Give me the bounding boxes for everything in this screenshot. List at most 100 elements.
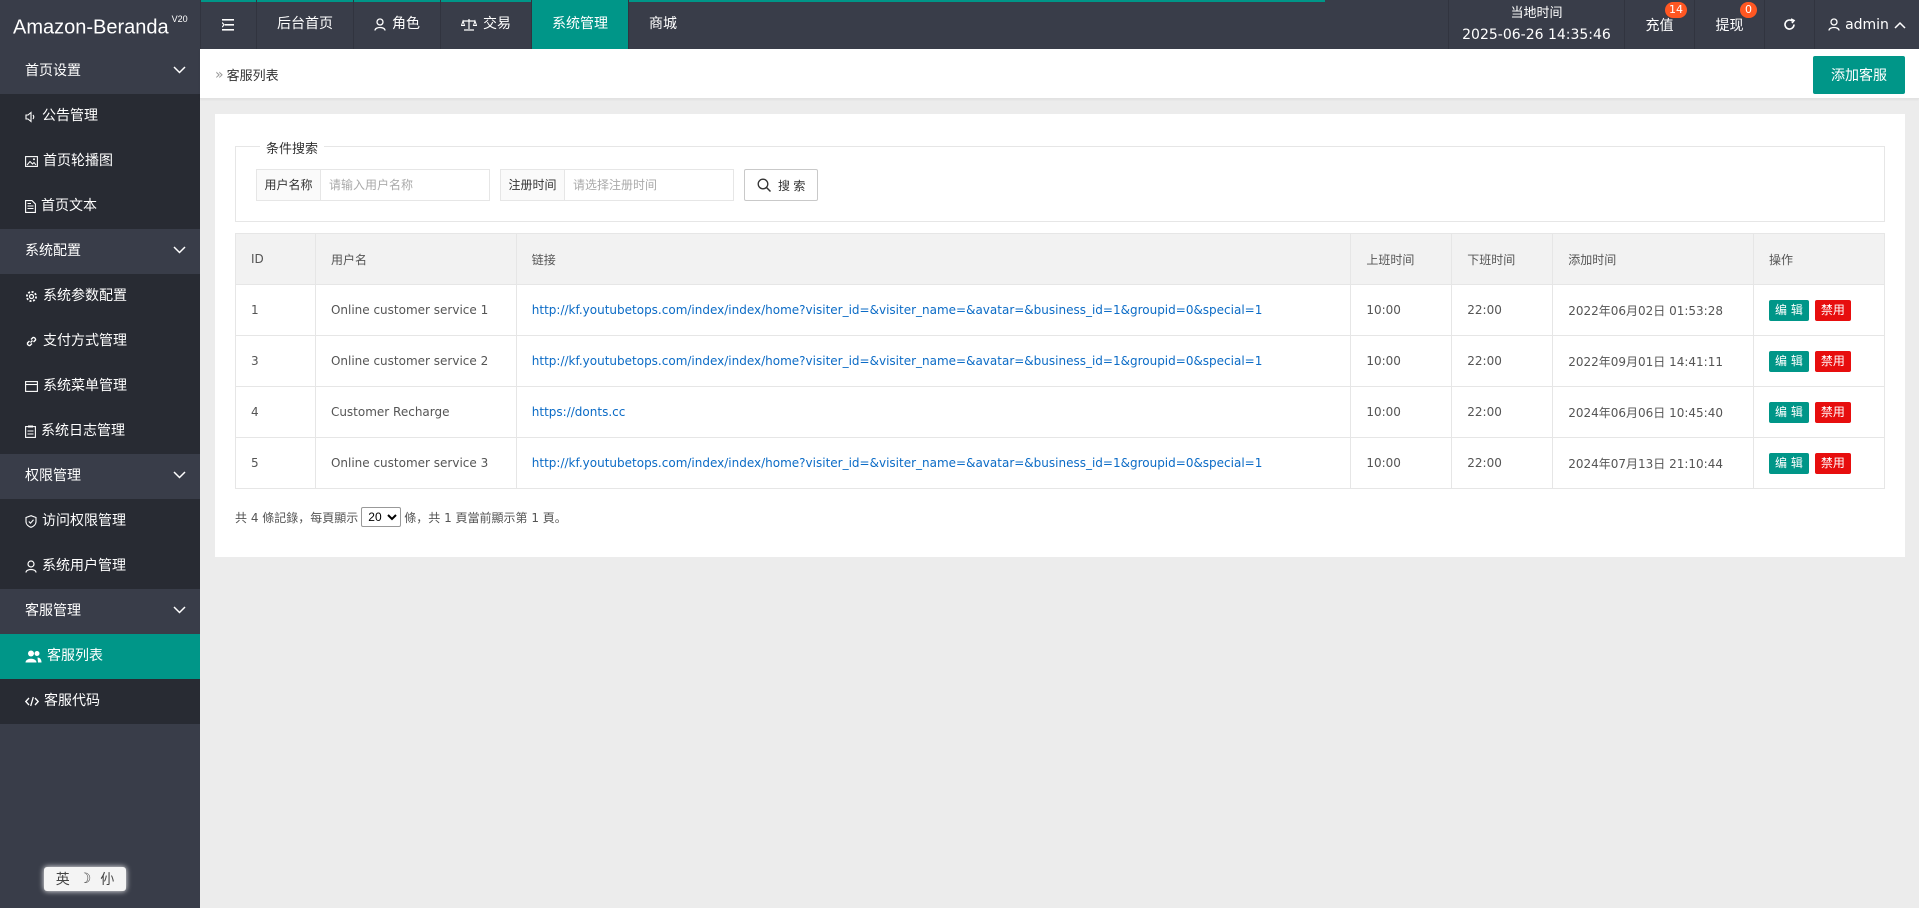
table-header-row: ID 用户名 链接 上班时间 下班时间 添加时间 操作 — [235, 233, 1885, 285]
refresh-icon — [1784, 18, 1796, 30]
table-row: 5 Online customer service 3 http://kf.yo… — [235, 437, 1885, 489]
cell-start-time: 10:00 — [1350, 386, 1453, 438]
username-label: 用户名称 — [257, 170, 321, 200]
col-header-end-time[interactable]: 下班时间 — [1451, 233, 1554, 285]
app-logo[interactable]: Amazon-Beranda V20 — [0, 0, 200, 49]
nav-system[interactable]: 系统管理 — [531, 0, 628, 49]
col-header-id[interactable]: ID — [235, 233, 316, 285]
chat-link[interactable]: http://kf.youtubetops.com/index/index/ho… — [532, 354, 1263, 368]
sidebar-item-label: 访问权限管理 — [42, 513, 126, 529]
chat-link[interactable]: http://kf.youtubetops.com/index/index/ho… — [532, 303, 1263, 317]
table-row: 1 Online customer service 1 http://kf.yo… — [235, 284, 1885, 336]
refresh-button[interactable] — [1764, 0, 1814, 49]
nav-trade-label: 交易 — [483, 16, 511, 32]
top-bar: Amazon-Beranda V20 后台首页 角色 交易 系统管理 商城 当地时… — [0, 0, 1919, 49]
menu-icon — [221, 18, 234, 31]
chevron-down-icon — [173, 606, 186, 614]
search-panel: 条件搜索 用户名称 注册时间 搜 索 — [235, 138, 1885, 222]
breadcrumb-bar: » 客服列表 添加客服 — [200, 49, 1919, 99]
sidebar-item-payment-methods[interactable]: 支付方式管理 — [0, 319, 200, 364]
disable-button[interactable]: 禁用 — [1814, 452, 1851, 474]
sidebar-item-label: 公告管理 — [42, 108, 98, 124]
sidebar-item-access-permissions[interactable]: 访问权限管理 — [0, 499, 200, 544]
breadcrumb-separator-icon: » — [215, 66, 224, 83]
sidebar-group-system-config[interactable]: 系统配置 — [0, 229, 200, 274]
cell-actions: 编 辑禁用 — [1753, 437, 1885, 489]
users-icon — [25, 650, 42, 663]
username-input[interactable] — [321, 170, 489, 200]
pagination: 共 4 條記錄，每頁顯示 20 條，共 1 頁當前顯示第 1 頁。 — [235, 507, 567, 527]
cell-id: 1 — [235, 284, 316, 336]
app-name: Amazon-Beranda — [13, 16, 169, 39]
withdraw-button[interactable]: 提现 0 — [1694, 0, 1764, 49]
sidebar-item-menu-management[interactable]: 系统菜单管理 — [0, 364, 200, 409]
disable-button[interactable]: 禁用 — [1814, 299, 1851, 321]
nav-mall[interactable]: 商城 — [628, 0, 697, 49]
col-header-start-time[interactable]: 上班时间 — [1350, 233, 1453, 285]
search-row: 用户名称 注册时间 搜 索 — [256, 169, 819, 201]
code-icon — [25, 696, 39, 707]
sidebar-item-announcements[interactable]: 公告管理 — [0, 94, 200, 139]
regtime-input[interactable] — [565, 170, 733, 200]
sidebar-item-cs-list[interactable]: 客服列表 — [0, 634, 200, 679]
cell-start-time: 10:00 — [1350, 437, 1453, 489]
search-button[interactable]: 搜 索 — [744, 169, 819, 201]
sidebar-group-customer-service[interactable]: 客服管理 — [0, 589, 200, 634]
admin-menu[interactable]: admin — [1814, 0, 1919, 49]
edit-button[interactable]: 编 辑 — [1769, 401, 1809, 423]
search-panel-title: 条件搜索 — [260, 138, 325, 157]
sidebar-item-system-users[interactable]: 系统用户管理 — [0, 544, 200, 589]
gear-icon — [26, 291, 37, 302]
sidebar-group-label: 系统配置 — [25, 243, 81, 259]
page-size-select[interactable]: 20 — [361, 507, 402, 527]
sidebar-item-system-params[interactable]: 系统参数配置 — [0, 274, 200, 319]
disable-button[interactable]: 禁用 — [1814, 401, 1851, 423]
ime-language: 英 — [55, 872, 70, 888]
nav-trade[interactable]: 交易 — [440, 0, 531, 49]
cell-start-time: 10:00 — [1350, 335, 1453, 387]
search-icon — [757, 178, 772, 192]
customer-service-table: ID 用户名 链接 上班时间 下班时间 添加时间 操作 1 Online cus… — [235, 233, 1885, 489]
cell-id: 3 — [235, 335, 316, 387]
nav-role[interactable]: 角色 — [353, 0, 440, 49]
menu-toggle-button[interactable] — [200, 0, 256, 49]
link-icon — [26, 336, 37, 347]
nav-system-label: 系统管理 — [552, 16, 608, 32]
sidebar-item-label: 首页轮播图 — [43, 153, 113, 169]
nav-home[interactable]: 后台首页 — [256, 0, 353, 49]
cell-actions: 编 辑禁用 — [1753, 335, 1885, 387]
sidebar-item-carousel[interactable]: 首页轮播图 — [0, 139, 200, 184]
breadcrumb: » 客服列表 — [215, 65, 279, 85]
sidebar-group-permissions[interactable]: 权限管理 — [0, 454, 200, 499]
disable-button[interactable]: 禁用 — [1814, 350, 1851, 372]
chat-link[interactable]: https://donts.cc — [532, 405, 626, 419]
recharge-button[interactable]: 充值 14 — [1624, 0, 1694, 49]
edit-button[interactable]: 编 辑 — [1769, 350, 1809, 372]
sidebar-item-label: 系统日志管理 — [41, 423, 125, 439]
cell-added-time: 2024年07月13日 21:10:44 — [1552, 437, 1755, 489]
chat-link[interactable]: http://kf.youtubetops.com/index/index/ho… — [532, 456, 1263, 470]
nav-home-label: 后台首页 — [277, 16, 333, 32]
edit-button[interactable]: 编 辑 — [1769, 452, 1809, 474]
add-customer-service-button[interactable]: 添加客服 — [1813, 56, 1905, 94]
main-content: » 客服列表 添加客服 条件搜索 用户名称 注册时间 搜 索 — [200, 49, 1919, 908]
col-header-link[interactable]: 链接 — [515, 233, 1352, 285]
cell-id: 4 — [235, 386, 316, 438]
shield-icon — [25, 515, 37, 528]
sidebar-item-log-management[interactable]: 系统日志管理 — [0, 409, 200, 454]
cell-added-time: 2024年06月06日 10:45:40 — [1552, 386, 1755, 438]
sidebar-item-cs-code[interactable]: 客服代码 — [0, 679, 200, 724]
col-header-actions: 操作 — [1753, 233, 1885, 285]
sidebar-item-label: 客服列表 — [47, 648, 103, 664]
sidebar-item-home-text[interactable]: 首页文本 — [0, 184, 200, 229]
nav-role-label: 角色 — [392, 16, 420, 32]
ime-indicator[interactable]: 英 ☽ 仦 — [44, 867, 126, 891]
col-header-added-time[interactable]: 添加时间 — [1552, 233, 1755, 285]
edit-button[interactable]: 编 辑 — [1769, 299, 1809, 321]
app-version: V20 — [171, 14, 188, 24]
sidebar-item-label: 客服代码 — [44, 693, 100, 709]
sidebar-group-home-settings[interactable]: 首页设置 — [0, 49, 200, 94]
chevron-up-icon — [1894, 21, 1906, 29]
col-header-username[interactable]: 用户名 — [314, 233, 517, 285]
cell-added-time: 2022年06月02日 01:53:28 — [1552, 284, 1755, 336]
